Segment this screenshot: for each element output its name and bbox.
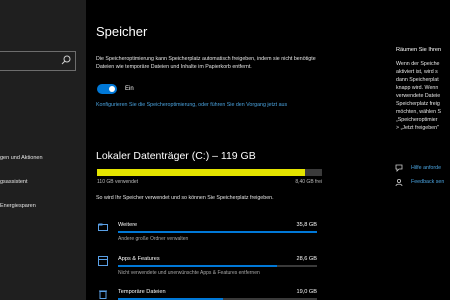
drive-free-label: 8,40 GB frei (295, 179, 322, 185)
category-size: 28,6 GB (296, 256, 317, 262)
drive-usage-fill (97, 169, 306, 176)
apps-icon (98, 256, 108, 266)
sidebar-item-notifications[interactable]: gen und Aktionen (0, 154, 43, 162)
drive-used-label: 110 GB verwendet (97, 179, 139, 185)
give-feedback-link[interactable]: Feedback sen (411, 179, 444, 185)
storage-sense-description: Die Speicheroptimierung kann Speicherpla… (96, 56, 316, 70)
category-name: Apps & Features (118, 256, 160, 262)
storage-sense-toggle[interactable] (97, 84, 117, 94)
category-temp-files[interactable]: Temporäre Dateien 19,0 GB (96, 287, 321, 300)
feedback-icon (395, 178, 403, 186)
folder-icon (98, 223, 108, 231)
settings-sidebar (0, 0, 86, 300)
page-title: Speicher (96, 24, 148, 39)
category-desc: Andere große Ordner verwalten (118, 236, 189, 242)
trash-icon (99, 290, 107, 299)
storage-hint-text: So wird Ihr Speicher verwendet und so kö… (96, 195, 274, 201)
drive-title: Lokaler Datenträger (C:) – 119 GB (96, 150, 256, 162)
category-bar-fill (118, 231, 317, 233)
help-icon (395, 164, 403, 172)
category-name: Temporäre Dateien (118, 289, 166, 295)
search-input[interactable] (0, 51, 76, 71)
category-desc: Nicht verwendete und unerwünschte Apps &… (118, 270, 260, 276)
related-panel-title: Räumen Sie Ihren (396, 47, 442, 53)
related-panel-text: Wenn der Speiche aktiviert ist, wird s d… (396, 61, 442, 131)
category-size: 19,0 GB (296, 289, 317, 295)
get-help-link[interactable]: Hilfe anforde (411, 165, 441, 171)
search-icon (61, 55, 71, 65)
category-bar (118, 231, 317, 233)
sidebar-item-power-sleep[interactable]: Energiesparen (0, 202, 36, 210)
toggle-knob (109, 86, 115, 92)
category-size: 35,8 GB (296, 222, 317, 228)
category-other[interactable]: Weitere 35,8 GB Andere große Ordner verw… (96, 220, 321, 248)
category-apps[interactable]: Apps & Features 28,6 GB Nicht verwendete… (96, 254, 321, 282)
category-bar-fill (118, 265, 278, 267)
related-info-panel (386, 0, 450, 300)
category-name: Weitere (118, 222, 138, 228)
configure-storage-sense-link[interactable]: Konfigurieren Sie die Speicheroptimierun… (96, 101, 331, 109)
category-bar (118, 265, 317, 267)
sidebar-item-focus-assist[interactable]: gsassistent (0, 178, 28, 186)
toggle-state-label: Ein (125, 86, 134, 92)
drive-usage-bar (97, 169, 322, 176)
